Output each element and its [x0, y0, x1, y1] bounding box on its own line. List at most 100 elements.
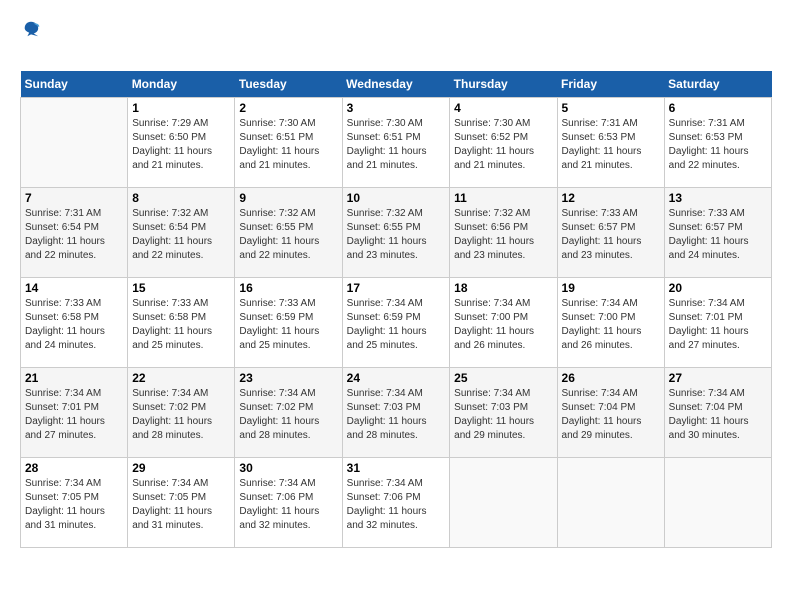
calendar-day-8: 8 Sunrise: 7:32 AM Sunset: 6:54 PM Dayli…: [128, 188, 235, 278]
day-number: 21: [25, 371, 123, 385]
day-info: Sunrise: 7:34 AM Sunset: 7:02 PM Dayligh…: [239, 387, 337, 443]
day-number: 13: [669, 191, 767, 205]
day-number: 5: [562, 101, 660, 115]
col-header-thursday: Thursday: [450, 71, 557, 98]
logo-bird-icon: [22, 20, 40, 38]
empty-day: [21, 98, 128, 188]
calendar-week-2: 7 Sunrise: 7:31 AM Sunset: 6:54 PM Dayli…: [21, 188, 772, 278]
day-number: 24: [347, 371, 446, 385]
day-number: 19: [562, 281, 660, 295]
day-number: 2: [239, 101, 337, 115]
day-number: 12: [562, 191, 660, 205]
day-info: Sunrise: 7:34 AM Sunset: 7:03 PM Dayligh…: [347, 387, 446, 443]
day-info: Sunrise: 7:31 AM Sunset: 6:53 PM Dayligh…: [562, 117, 660, 173]
day-number: 14: [25, 281, 123, 295]
calendar-week-3: 14 Sunrise: 7:33 AM Sunset: 6:58 PM Dayl…: [21, 278, 772, 368]
calendar-day-31: 31 Sunrise: 7:34 AM Sunset: 7:06 PM Dayl…: [342, 458, 450, 548]
col-header-wednesday: Wednesday: [342, 71, 450, 98]
day-info: Sunrise: 7:34 AM Sunset: 7:01 PM Dayligh…: [669, 297, 767, 353]
day-info: Sunrise: 7:34 AM Sunset: 7:05 PM Dayligh…: [25, 477, 123, 533]
calendar-day-12: 12 Sunrise: 7:33 AM Sunset: 6:57 PM Dayl…: [557, 188, 664, 278]
day-info: Sunrise: 7:34 AM Sunset: 7:04 PM Dayligh…: [562, 387, 660, 443]
calendar-table: SundayMondayTuesdayWednesdayThursdayFrid…: [20, 71, 772, 548]
day-number: 1: [132, 101, 230, 115]
day-number: 7: [25, 191, 123, 205]
day-number: 22: [132, 371, 230, 385]
day-info: Sunrise: 7:34 AM Sunset: 7:00 PM Dayligh…: [562, 297, 660, 353]
col-header-saturday: Saturday: [664, 71, 771, 98]
calendar-day-23: 23 Sunrise: 7:34 AM Sunset: 7:02 PM Dayl…: [235, 368, 342, 458]
day-info: Sunrise: 7:30 AM Sunset: 6:51 PM Dayligh…: [239, 117, 337, 173]
day-info: Sunrise: 7:33 AM Sunset: 6:58 PM Dayligh…: [25, 297, 123, 353]
day-number: 3: [347, 101, 446, 115]
day-info: Sunrise: 7:34 AM Sunset: 6:59 PM Dayligh…: [347, 297, 446, 353]
day-number: 31: [347, 461, 446, 475]
day-number: 27: [669, 371, 767, 385]
day-info: Sunrise: 7:31 AM Sunset: 6:53 PM Dayligh…: [669, 117, 767, 173]
calendar-day-9: 9 Sunrise: 7:32 AM Sunset: 6:55 PM Dayli…: [235, 188, 342, 278]
calendar-day-16: 16 Sunrise: 7:33 AM Sunset: 6:59 PM Dayl…: [235, 278, 342, 368]
day-number: 17: [347, 281, 446, 295]
day-info: Sunrise: 7:34 AM Sunset: 7:00 PM Dayligh…: [454, 297, 552, 353]
day-number: 30: [239, 461, 337, 475]
calendar-week-5: 28 Sunrise: 7:34 AM Sunset: 7:05 PM Dayl…: [21, 458, 772, 548]
col-header-tuesday: Tuesday: [235, 71, 342, 98]
day-info: Sunrise: 7:34 AM Sunset: 7:06 PM Dayligh…: [347, 477, 446, 533]
day-info: Sunrise: 7:33 AM Sunset: 6:59 PM Dayligh…: [239, 297, 337, 353]
calendar-day-22: 22 Sunrise: 7:34 AM Sunset: 7:02 PM Dayl…: [128, 368, 235, 458]
day-info: Sunrise: 7:33 AM Sunset: 6:57 PM Dayligh…: [562, 207, 660, 263]
calendar-day-5: 5 Sunrise: 7:31 AM Sunset: 6:53 PM Dayli…: [557, 98, 664, 188]
calendar-day-13: 13 Sunrise: 7:33 AM Sunset: 6:57 PM Dayl…: [664, 188, 771, 278]
calendar-day-3: 3 Sunrise: 7:30 AM Sunset: 6:51 PM Dayli…: [342, 98, 450, 188]
day-number: 29: [132, 461, 230, 475]
day-info: Sunrise: 7:34 AM Sunset: 7:05 PM Dayligh…: [132, 477, 230, 533]
empty-day: [664, 458, 771, 548]
day-number: 20: [669, 281, 767, 295]
day-info: Sunrise: 7:33 AM Sunset: 6:57 PM Dayligh…: [669, 207, 767, 263]
day-info: Sunrise: 7:32 AM Sunset: 6:56 PM Dayligh…: [454, 207, 552, 263]
calendar-day-30: 30 Sunrise: 7:34 AM Sunset: 7:06 PM Dayl…: [235, 458, 342, 548]
calendar-day-10: 10 Sunrise: 7:32 AM Sunset: 6:55 PM Dayl…: [342, 188, 450, 278]
calendar-day-15: 15 Sunrise: 7:33 AM Sunset: 6:58 PM Dayl…: [128, 278, 235, 368]
calendar-day-26: 26 Sunrise: 7:34 AM Sunset: 7:04 PM Dayl…: [557, 368, 664, 458]
calendar-day-27: 27 Sunrise: 7:34 AM Sunset: 7:04 PM Dayl…: [664, 368, 771, 458]
day-info: Sunrise: 7:32 AM Sunset: 6:55 PM Dayligh…: [347, 207, 446, 263]
calendar-day-2: 2 Sunrise: 7:30 AM Sunset: 6:51 PM Dayli…: [235, 98, 342, 188]
calendar-day-20: 20 Sunrise: 7:34 AM Sunset: 7:01 PM Dayl…: [664, 278, 771, 368]
calendar-day-28: 28 Sunrise: 7:34 AM Sunset: 7:05 PM Dayl…: [21, 458, 128, 548]
day-info: Sunrise: 7:33 AM Sunset: 6:58 PM Dayligh…: [132, 297, 230, 353]
calendar-day-21: 21 Sunrise: 7:34 AM Sunset: 7:01 PM Dayl…: [21, 368, 128, 458]
col-header-monday: Monday: [128, 71, 235, 98]
calendar-header-row: SundayMondayTuesdayWednesdayThursdayFrid…: [21, 71, 772, 98]
empty-day: [557, 458, 664, 548]
day-number: 25: [454, 371, 552, 385]
calendar-day-24: 24 Sunrise: 7:34 AM Sunset: 7:03 PM Dayl…: [342, 368, 450, 458]
calendar-week-1: 1 Sunrise: 7:29 AM Sunset: 6:50 PM Dayli…: [21, 98, 772, 188]
calendar-week-4: 21 Sunrise: 7:34 AM Sunset: 7:01 PM Dayl…: [21, 368, 772, 458]
day-info: Sunrise: 7:34 AM Sunset: 7:03 PM Dayligh…: [454, 387, 552, 443]
day-number: 8: [132, 191, 230, 205]
day-info: Sunrise: 7:34 AM Sunset: 7:01 PM Dayligh…: [25, 387, 123, 443]
calendar-day-4: 4 Sunrise: 7:30 AM Sunset: 6:52 PM Dayli…: [450, 98, 557, 188]
day-info: Sunrise: 7:34 AM Sunset: 7:04 PM Dayligh…: [669, 387, 767, 443]
day-number: 10: [347, 191, 446, 205]
day-info: Sunrise: 7:32 AM Sunset: 6:54 PM Dayligh…: [132, 207, 230, 263]
day-info: Sunrise: 7:31 AM Sunset: 6:54 PM Dayligh…: [25, 207, 123, 263]
calendar-day-18: 18 Sunrise: 7:34 AM Sunset: 7:00 PM Dayl…: [450, 278, 557, 368]
empty-day: [450, 458, 557, 548]
day-info: Sunrise: 7:30 AM Sunset: 6:52 PM Dayligh…: [454, 117, 552, 173]
day-number: 26: [562, 371, 660, 385]
calendar-day-14: 14 Sunrise: 7:33 AM Sunset: 6:58 PM Dayl…: [21, 278, 128, 368]
day-info: Sunrise: 7:30 AM Sunset: 6:51 PM Dayligh…: [347, 117, 446, 173]
calendar-day-11: 11 Sunrise: 7:32 AM Sunset: 6:56 PM Dayl…: [450, 188, 557, 278]
day-number: 4: [454, 101, 552, 115]
calendar-day-25: 25 Sunrise: 7:34 AM Sunset: 7:03 PM Dayl…: [450, 368, 557, 458]
col-header-friday: Friday: [557, 71, 664, 98]
calendar-day-19: 19 Sunrise: 7:34 AM Sunset: 7:00 PM Dayl…: [557, 278, 664, 368]
logo: [20, 20, 40, 61]
page-header: [20, 20, 772, 61]
calendar-day-29: 29 Sunrise: 7:34 AM Sunset: 7:05 PM Dayl…: [128, 458, 235, 548]
calendar-day-7: 7 Sunrise: 7:31 AM Sunset: 6:54 PM Dayli…: [21, 188, 128, 278]
calendar-day-17: 17 Sunrise: 7:34 AM Sunset: 6:59 PM Dayl…: [342, 278, 450, 368]
day-info: Sunrise: 7:34 AM Sunset: 7:06 PM Dayligh…: [239, 477, 337, 533]
